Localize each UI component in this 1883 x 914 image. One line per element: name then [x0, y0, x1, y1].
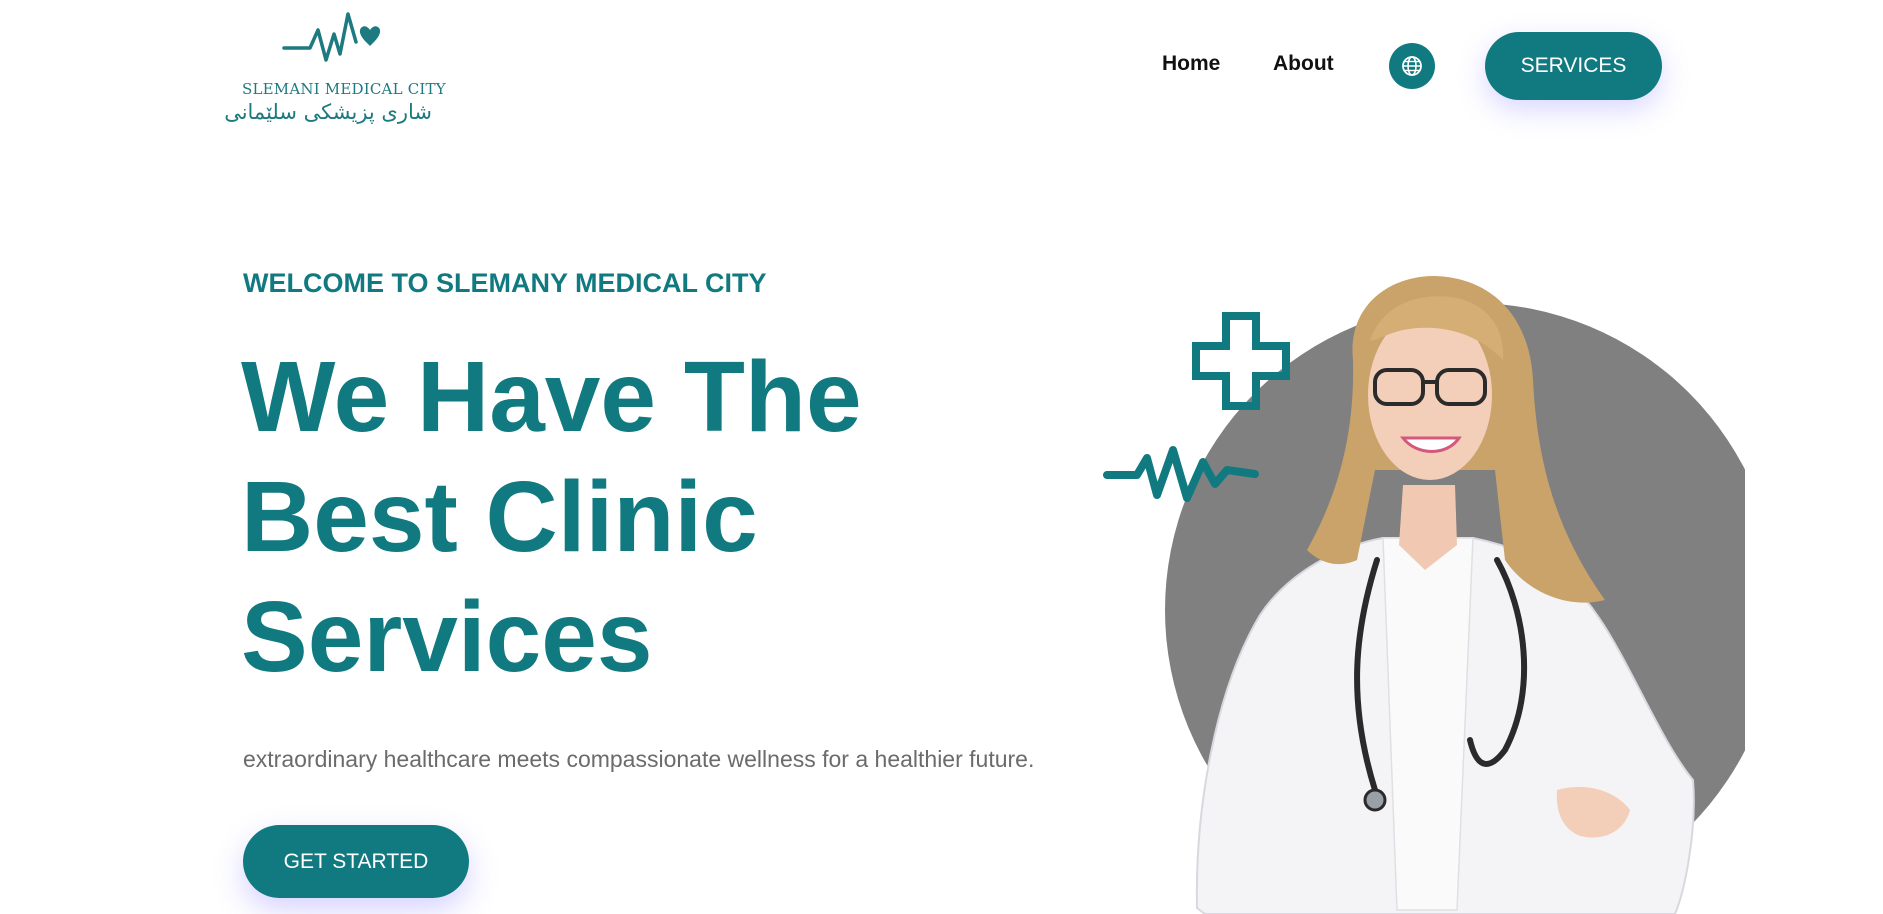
welcome-heading: WELCOME TO SLEMANY MEDICAL CITY: [243, 268, 767, 298]
get-started-button[interactable]: GET STARTED: [243, 825, 469, 898]
brand-name-english: SLEMANI MEDICAL CITY: [242, 80, 446, 98]
headline-line-1: We Have The: [241, 341, 862, 453]
brand-name-kurdish: شاری پزیشکی سلێمانی: [224, 100, 432, 124]
hero-tagline: extraordinary healthcare meets compassio…: [243, 746, 1035, 772]
doctor-hero-image: [1103, 275, 1745, 914]
nav-home-link[interactable]: Home: [1162, 52, 1220, 76]
hero-headline: We Have The Best Clinic Services: [241, 337, 961, 697]
heartbeat-logo-icon: [282, 12, 381, 62]
globe-icon: [1402, 56, 1422, 76]
headline-line-3: Services: [241, 581, 653, 693]
landing-page: SLEMANI MEDICAL CITY شاری پزیشکی سلێمانی…: [0, 0, 1883, 914]
site-logo[interactable]: SLEMANI MEDICAL CITY شاری پزیشکی سلێمانی: [224, 8, 446, 126]
language-button[interactable]: [1389, 43, 1435, 89]
headline-line-2: Best Clinic: [241, 461, 758, 573]
nav-about-link[interactable]: About: [1273, 52, 1334, 76]
services-button[interactable]: SERVICES: [1485, 32, 1662, 100]
